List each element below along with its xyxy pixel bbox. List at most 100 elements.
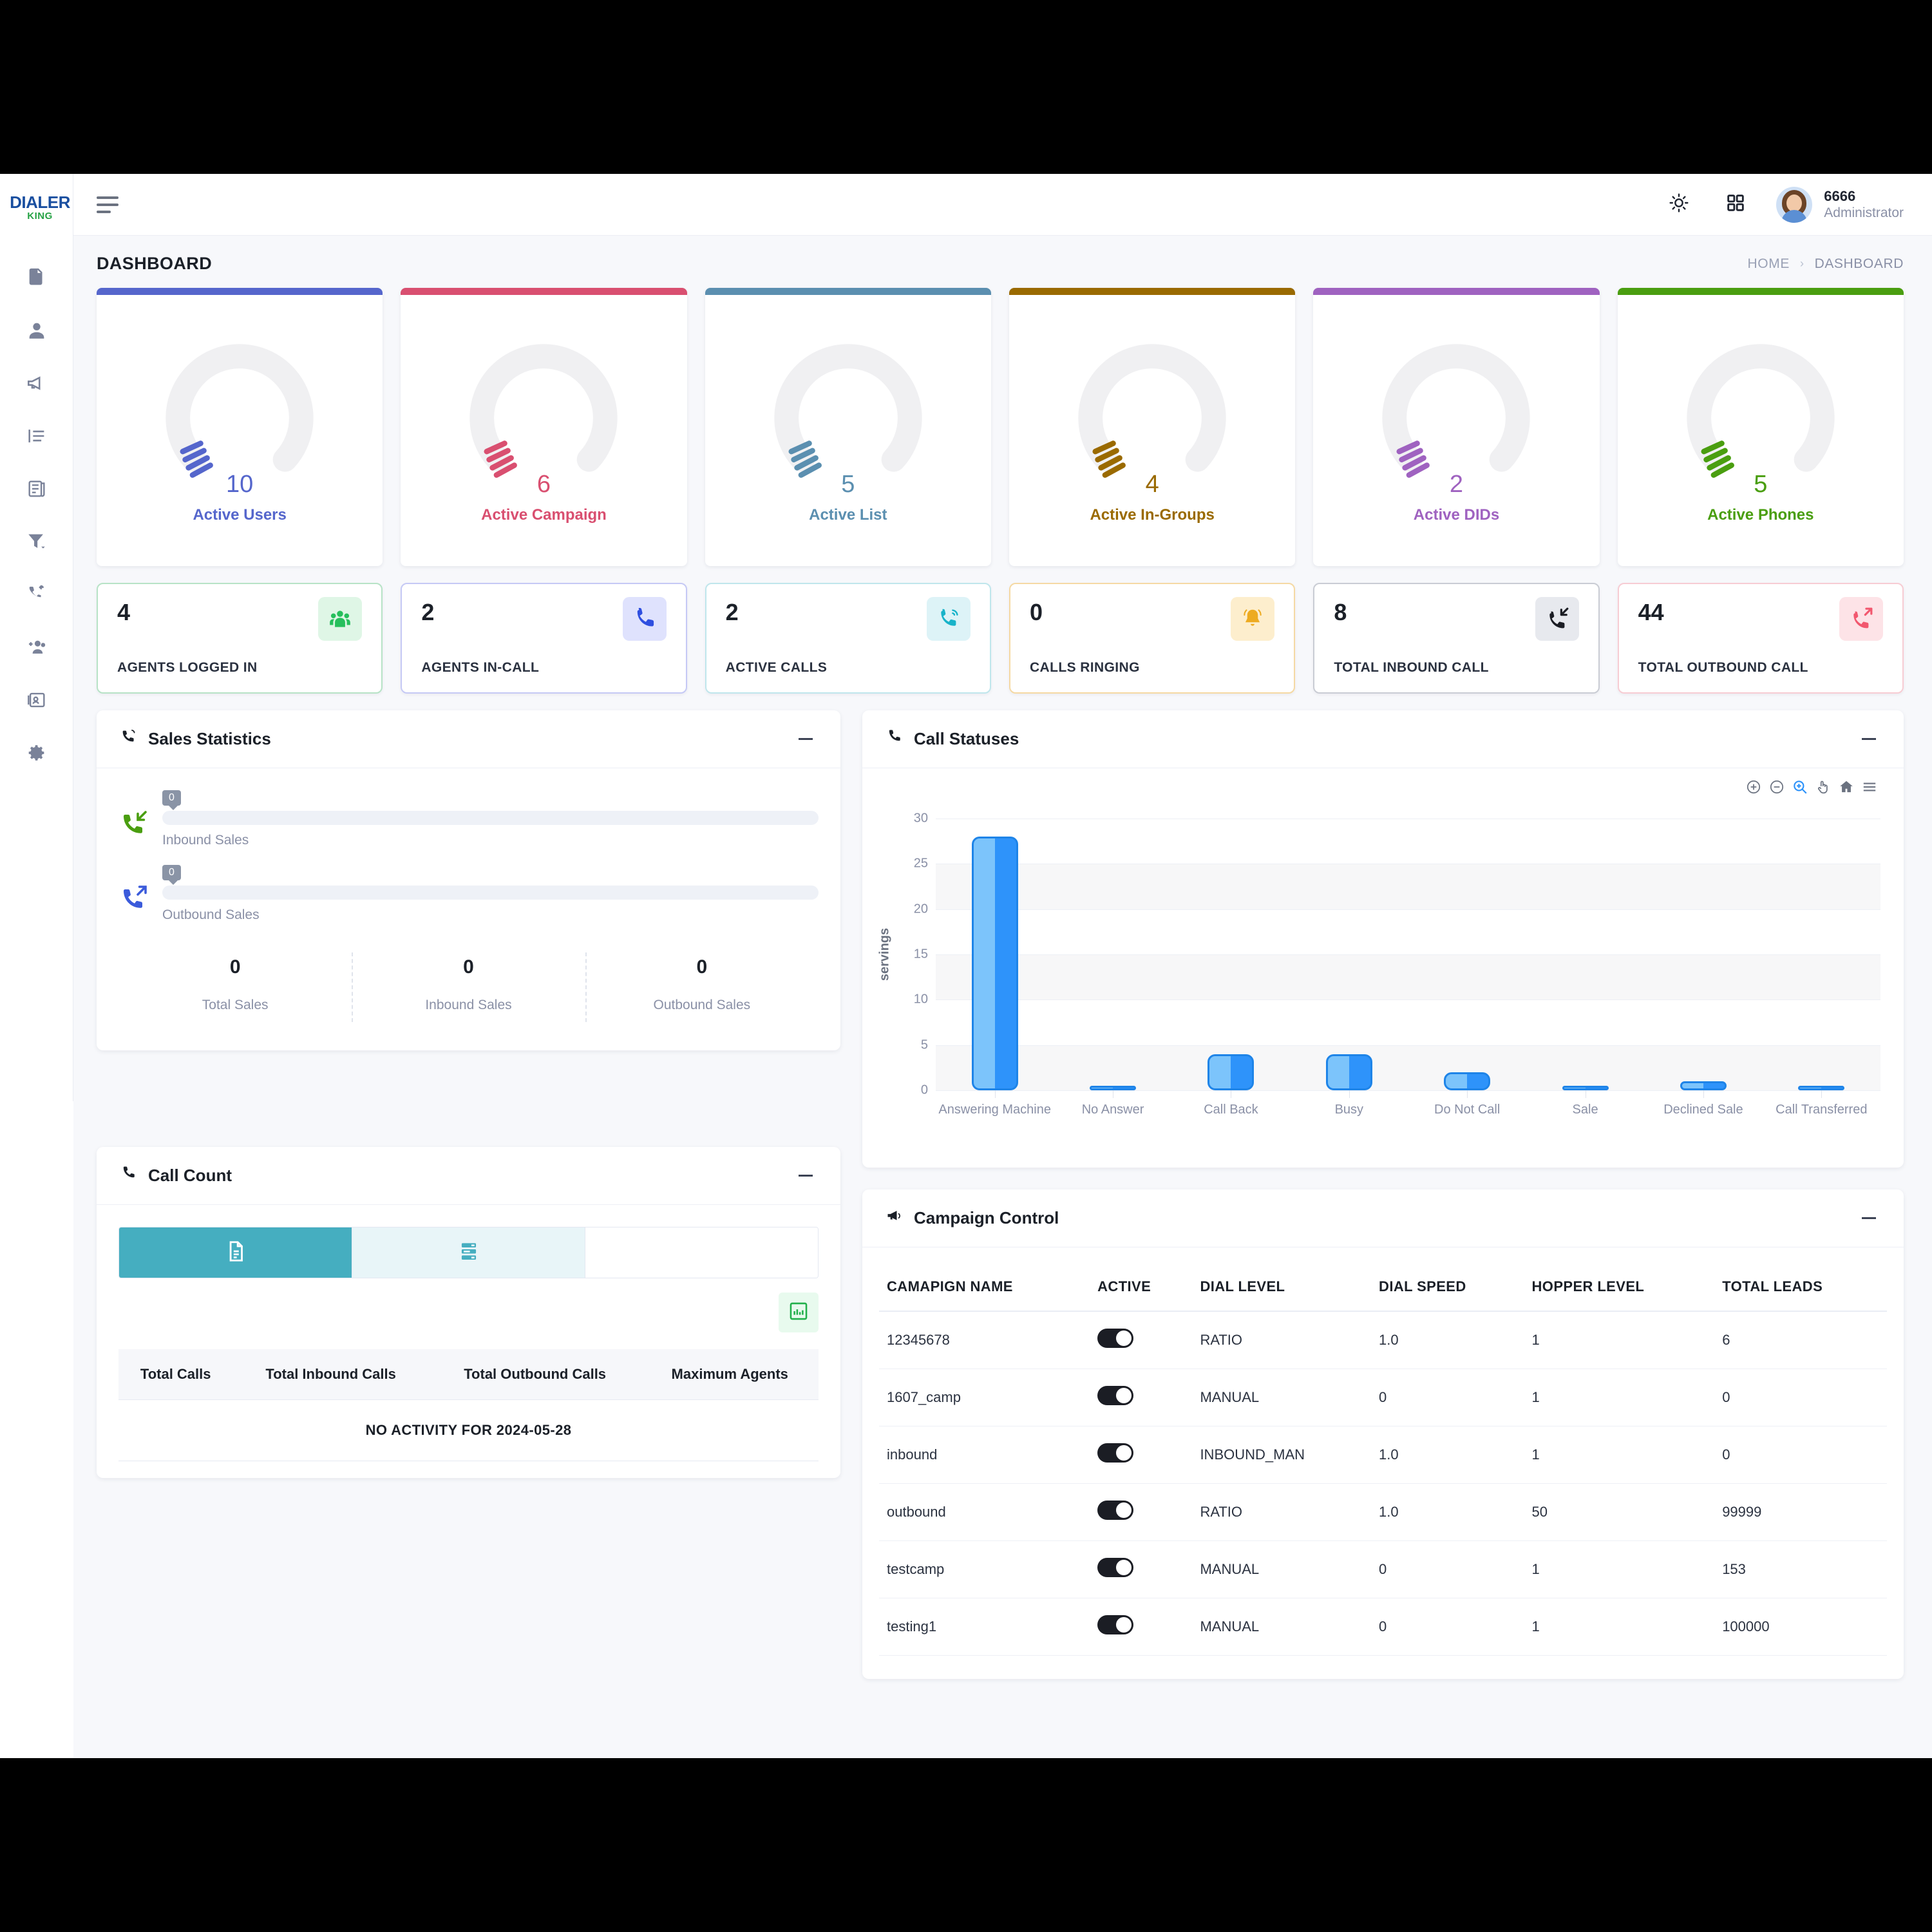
gauge-arc: [767, 323, 929, 478]
sidebar-item-scripts[interactable]: [0, 462, 73, 515]
menu-icon[interactable]: [1861, 779, 1878, 795]
outbound-sales-row: 0 Outbound Sales: [118, 865, 819, 923]
sidebar-item-lists[interactable]: [0, 410, 73, 462]
page-header: DASHBOARD HOME › DASHBOARD: [97, 254, 1904, 274]
sidebar-item-campaigns[interactable]: [0, 357, 73, 410]
chart-x-label: Busy: [1334, 1103, 1364, 1117]
chart-bar-slot: [1644, 819, 1762, 1098]
kpi-card-calls-ringing[interactable]: 0 CALLS RINGING: [1009, 583, 1296, 694]
campaign-active-toggle[interactable]: [1097, 1501, 1134, 1520]
chart-bar[interactable]: [1090, 1086, 1137, 1090]
campaign-active-toggle[interactable]: [1097, 1558, 1134, 1577]
selection-zoom-icon[interactable]: [1792, 779, 1808, 795]
campaign-active-toggle[interactable]: [1097, 1329, 1134, 1348]
zoom-in-icon[interactable]: [1745, 779, 1762, 795]
chart-bar[interactable]: [1680, 1081, 1727, 1090]
id-card-icon: [26, 689, 48, 711]
chart-plot: servings 0 5 10 15 20 25 30: [878, 811, 1880, 1098]
gauge-card-active-dids[interactable]: 2 Active DIDs: [1313, 288, 1600, 566]
document-icon: [26, 267, 48, 289]
campaign-table-head: CAMAPIGN NAME ACTIVE DIAL LEVEL DIAL SPEED H…: [879, 1263, 1887, 1312]
chart-y-tick: 30: [913, 811, 928, 826]
chart-x-axis-labels: Answering Machine No Answer Call Back Busy D…: [936, 1103, 1880, 1117]
avatar: [1776, 186, 1813, 223]
chart-bar-slot: [936, 819, 1054, 1098]
gauge-card-active-campaign[interactable]: 6 Active Campaign: [401, 288, 687, 566]
campaign-active-toggle[interactable]: [1097, 1615, 1134, 1634]
campaign-total-leads: 0: [1714, 1368, 1887, 1426]
chart-bar[interactable]: [1562, 1086, 1609, 1090]
campaign-control-header: Campaign Control: [862, 1189, 1904, 1247]
gauge-card-active-list[interactable]: 5 Active List: [705, 288, 991, 566]
apps-grid-button[interactable]: [1719, 189, 1752, 221]
kpi-card-total-inbound-call[interactable]: 8 TOTAL INBOUND CALL: [1313, 583, 1600, 694]
right-column: Call Statuses servings 0 5 10 15 20 25 3…: [862, 710, 1904, 1701]
kpi-card-agents-in-call[interactable]: 2 AGENTS IN-CALL: [401, 583, 687, 694]
gauge-arc: [462, 323, 625, 478]
chart-bar[interactable]: [1444, 1072, 1491, 1090]
sidebar-item-filters[interactable]: [0, 515, 73, 568]
campaign-dial-speed: 0: [1371, 1540, 1524, 1598]
call-count-title: Call Count: [148, 1166, 232, 1185]
gauge-arc: [1680, 323, 1842, 478]
kpi-card-agents-logged-in[interactable]: 4 AGENTS LOGGED IN: [97, 583, 383, 694]
inbound-sales-bar-group: 0 Inbound Sales: [162, 790, 819, 848]
kpi-top-row: 4: [117, 597, 363, 641]
tab-detail[interactable]: [352, 1227, 585, 1278]
tab-summary[interactable]: [119, 1227, 352, 1278]
menu-toggle-icon[interactable]: [97, 190, 126, 220]
campaign-col-dial-level: DIAL LEVEL: [1192, 1263, 1372, 1312]
campaign-control-table: CAMAPIGN NAME ACTIVE DIAL LEVEL DIAL SPEED H…: [879, 1263, 1887, 1656]
gauge-card-active-phones[interactable]: 5 Active Phones: [1617, 288, 1904, 566]
home-reset-icon[interactable]: [1838, 779, 1855, 795]
filter-icon: [26, 531, 48, 553]
sidebar-item-did[interactable]: [0, 674, 73, 726]
breadcrumb-home[interactable]: HOME: [1748, 256, 1790, 272]
call-count-collapse-button[interactable]: [794, 1164, 817, 1188]
campaign-control-panel: Campaign Control CAMAPIGN NAME ACTIVE DIAL…: [862, 1189, 1904, 1679]
sidebar-item-add-agents[interactable]: [0, 621, 73, 674]
campaign-dial-level: RATIO: [1192, 1483, 1372, 1541]
sidebar-item-reports[interactable]: [0, 251, 73, 304]
phone-active-icon: [926, 597, 971, 641]
kpi-card-active-calls[interactable]: 2 ACTIVE CALLS: [705, 583, 991, 694]
chart-bar[interactable]: [1325, 1054, 1372, 1090]
app-logo[interactable]: DIALER KING: [6, 180, 73, 236]
chart-bar[interactable]: [1208, 1054, 1255, 1090]
call-statuses-collapse-button[interactable]: [1857, 728, 1880, 751]
panning-icon[interactable]: [1815, 779, 1832, 795]
total-sales-stat: 0 Total Sales: [118, 956, 352, 1013]
gauge-arc: [158, 323, 321, 478]
zoom-out-icon[interactable]: [1768, 779, 1785, 795]
campaign-active-toggle[interactable]: [1097, 1386, 1134, 1405]
theme-toggle-button[interactable]: [1663, 189, 1695, 221]
table-row: testing1 MANUAL 0 1 100000: [879, 1598, 1887, 1656]
sidebar-item-call-transfer[interactable]: [0, 568, 73, 621]
campaign-dial-speed: 0: [1371, 1368, 1524, 1426]
gauge-card-active-users[interactable]: 10 Active Users: [97, 288, 383, 566]
sidebar-item-settings[interactable]: [0, 726, 73, 779]
call-count-table-body: NO ACTIVITY FOR 2024-05-28: [118, 1399, 819, 1461]
sidebar-item-users[interactable]: [0, 304, 73, 357]
campaign-active-toggle[interactable]: [1097, 1443, 1134, 1463]
minus-icon: [1862, 1217, 1876, 1219]
campaign-dial-level: MANUAL: [1192, 1540, 1372, 1598]
inbound-sales-value: 0: [463, 956, 474, 978]
gauge-card-active-in-groups[interactable]: 4 Active In-Groups: [1009, 288, 1296, 566]
table-row: testcamp MANUAL 0 1 153: [879, 1540, 1887, 1598]
call-count-table-head: Total Calls Total Inbound Calls Total Ou…: [118, 1349, 819, 1400]
chart-bar[interactable]: [1798, 1086, 1845, 1090]
call-statuses-header: Call Statuses: [862, 710, 1904, 768]
chart-plot-area: [936, 819, 1880, 1098]
outbound-sales-bar-group: 0 Outbound Sales: [162, 865, 819, 923]
excel-export-button[interactable]: [779, 1293, 819, 1332]
campaign-control-collapse-button[interactable]: [1857, 1207, 1880, 1230]
kpi-card-total-outbound-call[interactable]: 44 TOTAL OUTBOUND CALL: [1617, 583, 1904, 694]
tab-blank[interactable]: [585, 1227, 818, 1278]
kpi-label: CALLS RINGING: [1029, 660, 1140, 675]
page-content: DASHBOARD HOME › DASHBOARD 10 Active User…: [73, 236, 1932, 1758]
user-menu[interactable]: 6666 Administrator: [1776, 186, 1904, 223]
sales-statistics-collapse-button[interactable]: [794, 728, 817, 751]
panels-grid: Sales Statistics 0 Inbound Sales 0 Outbo…: [97, 710, 1904, 1701]
chart-bar[interactable]: [971, 837, 1018, 1090]
